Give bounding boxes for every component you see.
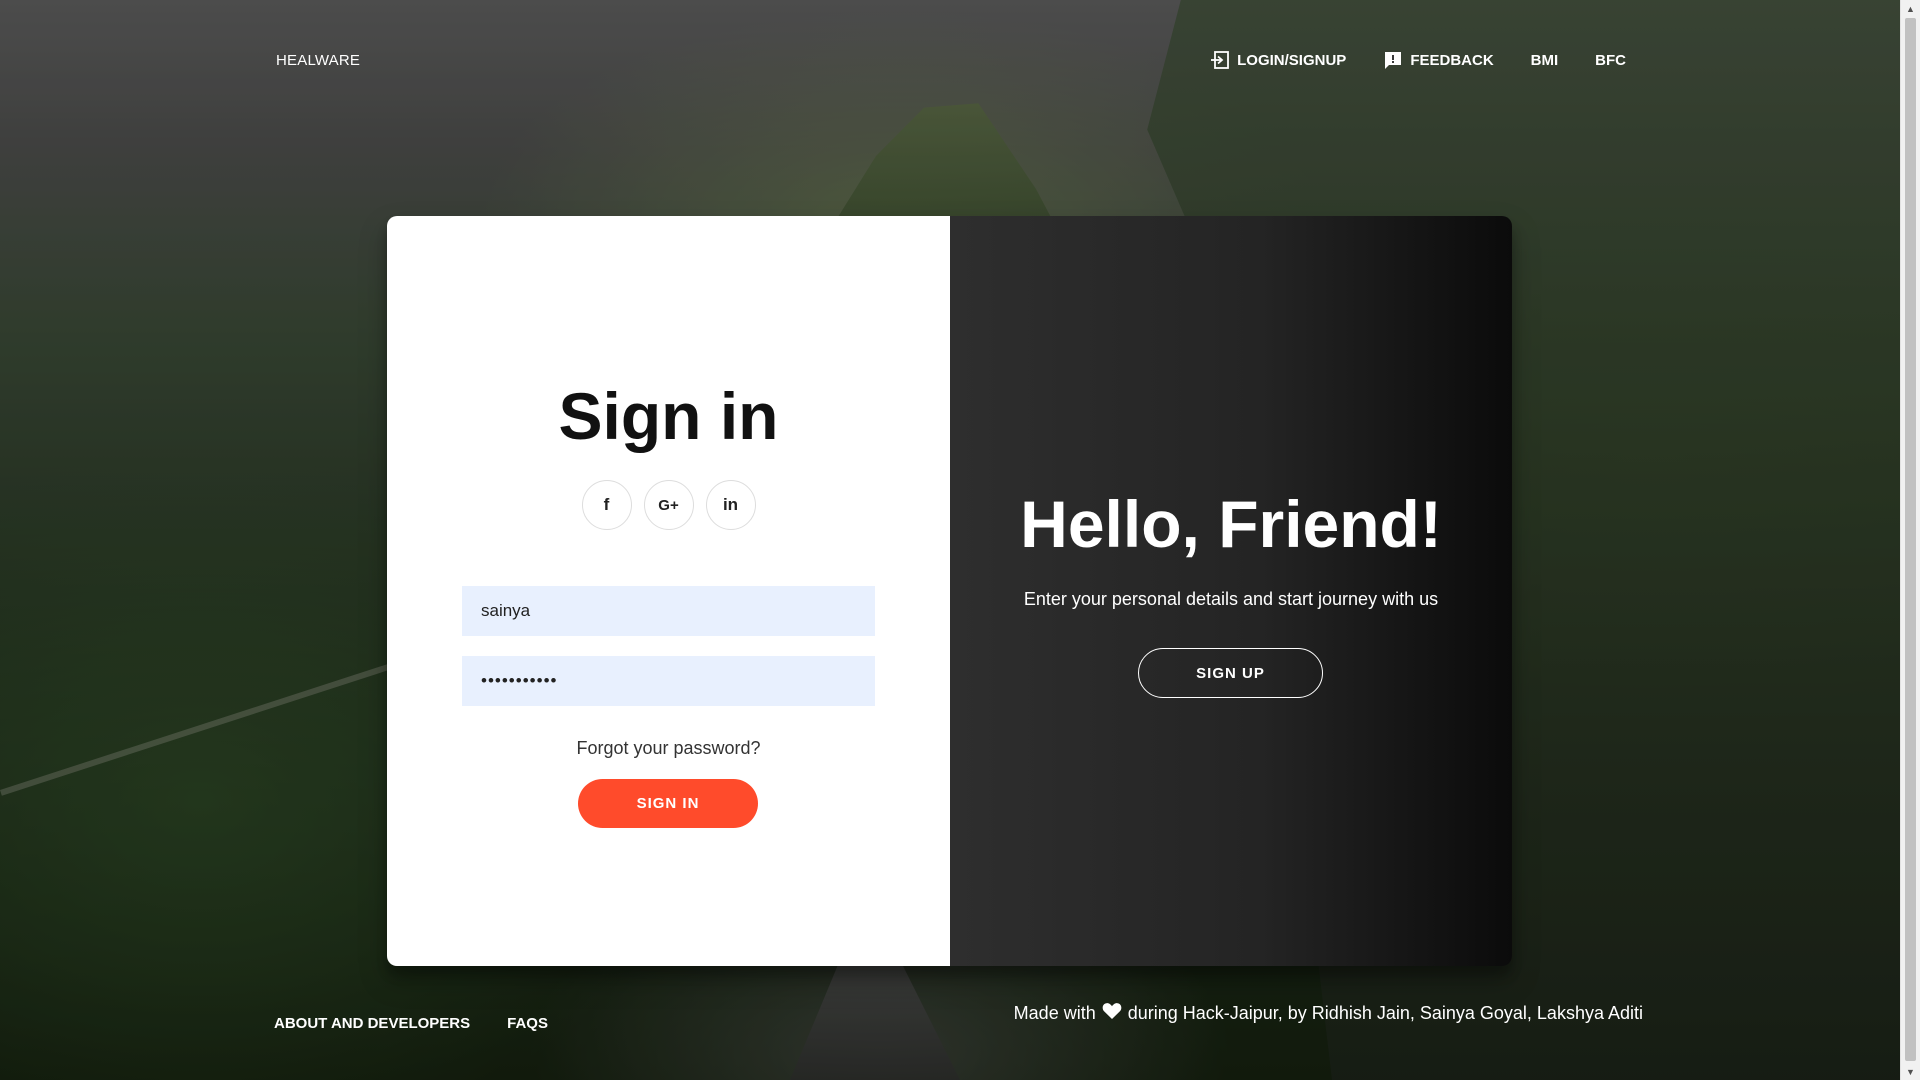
nav-feedback-label: FEEDBACK <box>1410 51 1494 69</box>
scroll-up-arrow-icon[interactable]: ▲ <box>1901 0 1920 17</box>
hello-subtitle: Enter your personal details and start jo… <box>1023 589 1439 609</box>
google-plus-icon[interactable]: G+ <box>643 480 694 530</box>
footer-links: ABOUT AND DEVELOPERS FAQS <box>274 1015 548 1032</box>
facebook-glyph: f <box>603 495 610 514</box>
login-icon <box>1210 50 1230 70</box>
scrollbar-thumb[interactable] <box>1905 18 1916 1061</box>
signup-overlay-panel: Hello, Friend! Enter your personal detai… <box>950 216 1512 966</box>
nav-feedback[interactable]: FEEDBACK <box>1383 50 1494 70</box>
nav-bmi[interactable]: BMI <box>1531 52 1559 69</box>
auth-card: Sign in f G+ in Forgot your password? SI… <box>387 216 1512 966</box>
nav-bfc[interactable]: BFC <box>1595 52 1626 69</box>
linkedin-glyph: in <box>722 495 739 514</box>
top-nav: LOGIN/SIGNUP FEEDBACK BMI BFC <box>1210 50 1626 70</box>
sign-in-button[interactable]: SIGN IN <box>578 779 758 828</box>
nav-login-signup-label: LOGIN/SIGNUP <box>1237 51 1347 69</box>
signin-title: Sign in <box>558 379 779 453</box>
page-background: HEALWARE LOGIN/SIGNUP FEEDBACK BMI BFC S… <box>0 0 1920 1080</box>
footer-credits: Made with during Hack-Jaipur, by Ridhish… <box>1014 1002 1643 1025</box>
google-plus-glyph: G+ <box>658 496 679 514</box>
credits-text: during Hack-Jaipur, by Ridhish Jain, Sai… <box>1127 1003 1643 1023</box>
brand-logo-text[interactable]: HEALWARE <box>276 52 360 69</box>
page-scrollbar[interactable]: ▲ ▼ <box>1900 0 1920 1080</box>
scroll-down-arrow-icon[interactable]: ▼ <box>1901 1063 1920 1080</box>
feedback-icon <box>1383 50 1403 70</box>
footer-faqs-link[interactable]: FAQS <box>507 1015 548 1032</box>
heart-icon <box>1102 1002 1122 1025</box>
credits-prefix: Made with <box>1013 1003 1096 1023</box>
password-input[interactable] <box>462 656 875 706</box>
username-input[interactable] <box>462 586 875 636</box>
signin-panel: Sign in f G+ in Forgot your password? SI… <box>387 216 950 966</box>
nav-login-signup[interactable]: LOGIN/SIGNUP <box>1210 50 1346 70</box>
facebook-icon[interactable]: f <box>581 480 632 530</box>
social-buttons: f G+ in <box>387 480 950 530</box>
footer-about-link[interactable]: ABOUT AND DEVELOPERS <box>274 1015 470 1032</box>
forgot-password-link[interactable]: Forgot your password? <box>387 738 950 759</box>
hello-title: Hello, Friend! <box>1020 487 1442 561</box>
sign-up-button[interactable]: SIGN UP <box>1138 648 1323 698</box>
nav-bfc-label: BFC <box>1595 51 1626 69</box>
linkedin-icon[interactable]: in <box>705 480 756 530</box>
nav-bmi-label: BMI <box>1530 51 1559 69</box>
